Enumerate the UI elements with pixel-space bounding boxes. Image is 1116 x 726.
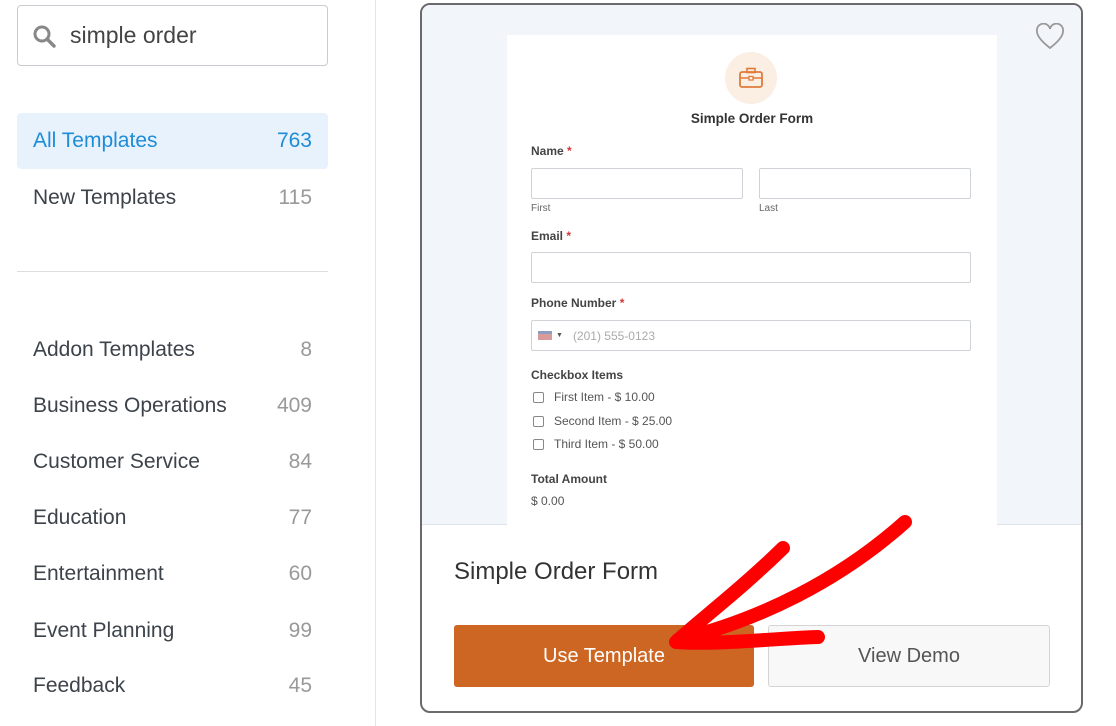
total-amount-value: $ 0.00 xyxy=(531,494,565,508)
divider xyxy=(17,271,328,272)
category-count: 45 xyxy=(288,674,312,697)
sidebar-item-event-planning[interactable]: Event Planning 99 xyxy=(17,603,328,659)
category-label: All Templates xyxy=(33,129,158,152)
sidebar-item-feedback[interactable]: Feedback 45 xyxy=(17,658,328,714)
category-count: 84 xyxy=(288,450,312,473)
last-sublabel: Last xyxy=(759,203,778,214)
phone-label: Phone Number * xyxy=(531,296,625,310)
category-label: Customer Service xyxy=(33,450,200,473)
first-sublabel: First xyxy=(531,203,551,214)
phone-field[interactable]: ▼ (201) 555-0123 xyxy=(531,320,971,351)
email-field[interactable] xyxy=(531,252,971,283)
sidebar-item-customer-service[interactable]: Customer Service 84 xyxy=(17,434,328,490)
category-label: New Templates xyxy=(33,186,177,209)
briefcase-icon xyxy=(725,52,777,104)
chevron-down-icon: ▼ xyxy=(556,332,563,339)
category-count: 763 xyxy=(276,129,312,152)
checkbox[interactable] xyxy=(533,415,544,427)
total-amount-label: Total Amount xyxy=(531,472,607,486)
sidebar-item-all-templates[interactable]: All Templates 763 xyxy=(17,113,328,169)
category-label: Event Planning xyxy=(33,619,175,642)
phone-placeholder: (201) 555-0123 xyxy=(572,328,655,343)
category-label: Entertainment xyxy=(33,562,164,585)
us-flag-icon xyxy=(538,331,552,340)
template-title: Simple Order Form xyxy=(454,558,659,585)
first-name-field[interactable] xyxy=(531,168,743,199)
template-card: Simple Order Form Name * First Last Emai… xyxy=(420,3,1083,713)
use-template-button[interactable]: Use Template xyxy=(454,625,754,687)
category-count: 60 xyxy=(288,562,312,585)
name-label: Name * xyxy=(531,144,572,158)
checkbox-item[interactable]: First Item - $ 10.00 xyxy=(533,390,655,404)
search-icon xyxy=(33,25,56,48)
last-name-field[interactable] xyxy=(759,168,971,199)
template-preview: Simple Order Form Name * First Last Emai… xyxy=(422,5,1081,525)
sidebar-item-entertainment[interactable]: Entertainment 60 xyxy=(17,546,328,602)
sidebar: All Templates 763 New Templates 115 Addon … xyxy=(0,0,376,726)
category-label: Education xyxy=(33,506,127,529)
category-count: 77 xyxy=(288,506,312,529)
sidebar-item-addon-templates[interactable]: Addon Templates 8 xyxy=(17,322,328,378)
search-input[interactable] xyxy=(70,22,300,49)
checkbox-items-label: Checkbox Items xyxy=(531,368,624,382)
category-label: Business Operations xyxy=(33,394,227,417)
checkbox-item[interactable]: Second Item - $ 25.00 xyxy=(533,414,672,428)
category-count: 409 xyxy=(276,394,312,417)
view-demo-button[interactable]: View Demo xyxy=(768,625,1050,687)
category-label: Addon Templates xyxy=(33,338,195,361)
sidebar-item-education[interactable]: Education 77 xyxy=(17,490,328,546)
search-box[interactable] xyxy=(17,5,328,66)
checkbox[interactable] xyxy=(533,438,544,450)
form-preview: Simple Order Form Name * First Last Emai… xyxy=(507,35,997,525)
sidebar-item-new-templates[interactable]: New Templates 115 xyxy=(17,170,328,226)
heart-icon[interactable] xyxy=(1035,23,1065,51)
sidebar-item-business-operations[interactable]: Business Operations 409 xyxy=(17,378,328,434)
checkbox[interactable] xyxy=(533,391,544,403)
email-label: Email * xyxy=(531,229,572,243)
category-count: 115 xyxy=(278,186,312,209)
category-label: Feedback xyxy=(33,674,126,697)
category-count: 99 xyxy=(288,619,312,642)
form-title: Simple Order Form xyxy=(690,111,814,126)
checkbox-item[interactable]: Third Item - $ 50.00 xyxy=(533,437,659,451)
category-count: 8 xyxy=(300,338,312,361)
